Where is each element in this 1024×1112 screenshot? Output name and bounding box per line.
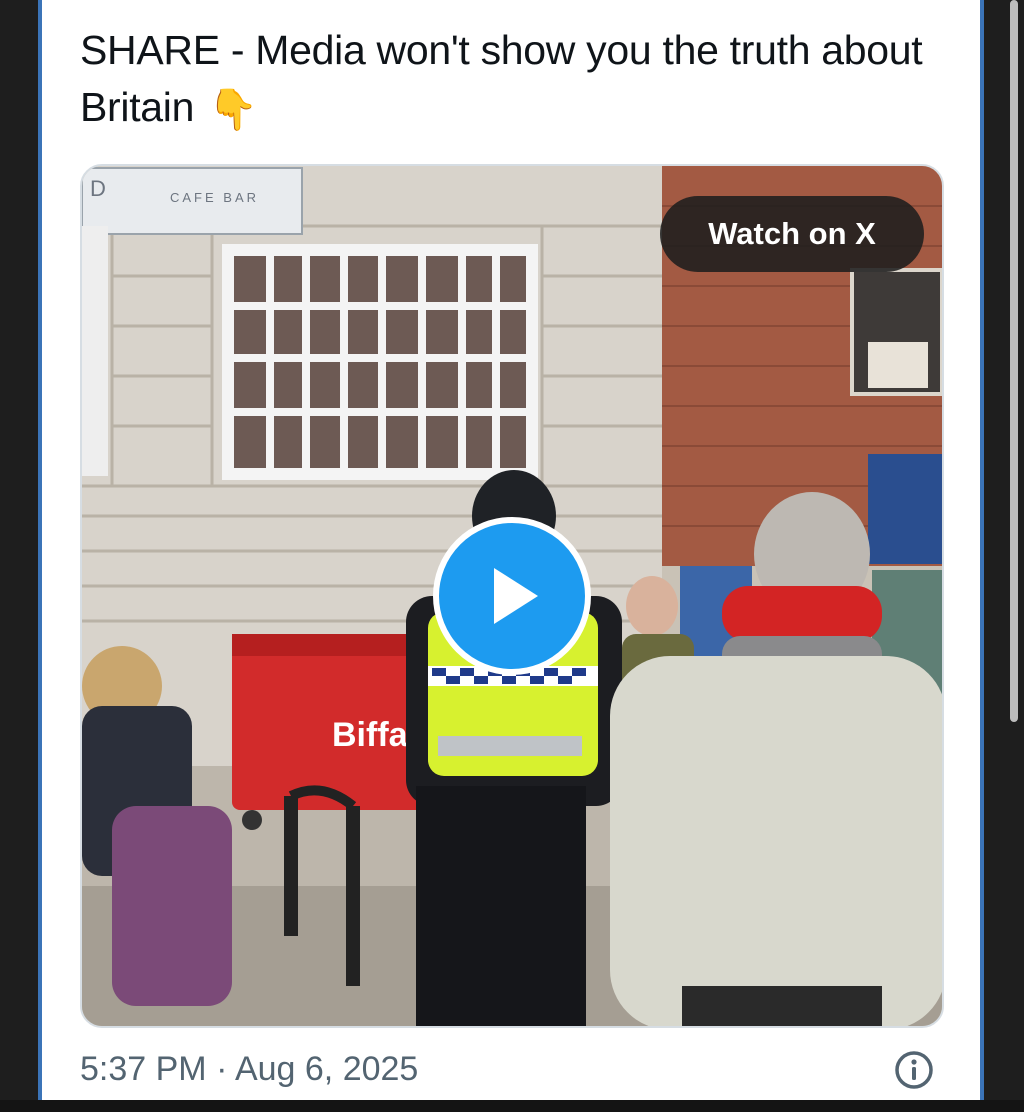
- bottom-divider: [0, 1100, 1024, 1112]
- pointing-down-emoji: 👇: [208, 87, 258, 132]
- info-icon[interactable]: [894, 1050, 934, 1090]
- svg-text:Biffa: Biffa: [332, 716, 409, 754]
- scrollbar-thumb[interactable]: [1010, 0, 1018, 722]
- app-window: SHARE - Media won't show you the truth a…: [0, 0, 1024, 1112]
- tweet-text: SHARE - Media won't show you the truth a…: [80, 22, 960, 139]
- sign-letter: D: [90, 176, 106, 201]
- tweet-card: SHARE - Media won't show you the truth a…: [38, 0, 984, 1100]
- video-player[interactable]: Biffa D CAFE BAR Watch on X: [80, 164, 944, 1028]
- sign-cafe-bar: CAFE BAR: [170, 190, 259, 205]
- play-button[interactable]: [433, 517, 591, 675]
- tweet-text-content: SHARE - Media won't show you the truth a…: [80, 27, 923, 130]
- play-icon: [494, 568, 538, 624]
- tweet-timestamp[interactable]: 5:37 PM · Aug 6, 2025: [80, 1050, 418, 1089]
- watch-on-x-button[interactable]: Watch on X: [660, 196, 924, 272]
